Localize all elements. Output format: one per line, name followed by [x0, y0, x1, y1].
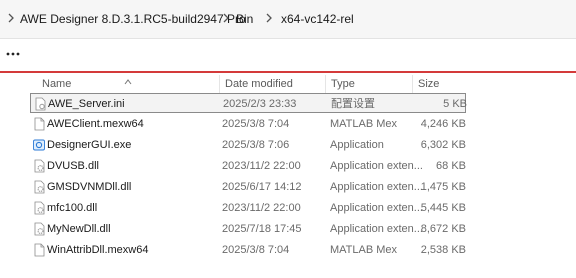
breadcrumb-item-x64-vc142-rel[interactable]: x64-vc142-rel — [281, 11, 354, 27]
file-name: DVUSB.dll — [47, 160, 99, 172]
column-divider[interactable] — [412, 75, 413, 93]
column-divider[interactable] — [325, 75, 326, 93]
chevron-right-icon[interactable] — [6, 10, 16, 26]
dll-icon — [32, 159, 46, 173]
file-date: 2025/3/8 7:04 — [222, 244, 290, 256]
file-icon — [32, 117, 46, 131]
address-bar[interactable]: AWE Designer 8.D.3.1.RC5-build2947 Pro B… — [0, 0, 576, 39]
column-header-type[interactable]: Type — [331, 73, 355, 95]
file-type: MATLAB Mex — [330, 244, 398, 256]
file-type: MATLAB Mex — [330, 118, 398, 130]
file-size: 8,672 KB — [420, 223, 466, 235]
file-name: DesignerGUI.exe — [47, 139, 132, 151]
file-row[interactable]: DVUSB.dll 2023/11/2 22:00 Application exte… — [30, 156, 466, 176]
column-header-size[interactable]: Size — [418, 73, 439, 95]
column-header-date[interactable]: Date modified — [225, 73, 293, 95]
breadcrumb-item-bin[interactable]: Bin — [236, 11, 253, 27]
command-bar — [0, 39, 576, 73]
file-name: AWE_Server.ini — [48, 98, 125, 110]
dll-icon — [32, 222, 46, 236]
file-icon — [32, 243, 46, 257]
file-row[interactable]: AWEClient.mexw64 2025/3/8 7:04 MATLAB Mex 4… — [30, 114, 466, 134]
file-size: 4,246 KB — [420, 118, 466, 130]
file-date: 2025/3/8 7:06 — [222, 139, 290, 151]
file-date: 2025/2/3 23:33 — [223, 98, 297, 110]
more-options-button[interactable] — [4, 45, 22, 63]
file-date: 2023/11/2 22:00 — [222, 202, 301, 214]
file-row[interactable]: WinAttribDll.mexw64 2025/3/8 7:04 MATLAB M… — [30, 240, 466, 260]
file-date: 2023/11/2 22:00 — [222, 160, 301, 172]
breadcrumb-item-awe-designer[interactable]: AWE Designer 8.D.3.1.RC5-build2947 Pro — [20, 11, 246, 27]
exe-icon — [32, 138, 46, 152]
settings-file-icon — [33, 97, 47, 111]
file-row[interactable]: AWE_Server.ini 2025/2/3 23:33 配置设置 5 KB — [30, 93, 467, 113]
file-name: AWEClient.mexw64 — [47, 118, 144, 130]
column-header-name[interactable]: Name — [42, 73, 71, 95]
file-name: mfc100.dll — [47, 202, 98, 214]
file-date: 2025/7/18 17:45 — [222, 223, 302, 235]
file-row[interactable]: mfc100.dll 2023/11/2 22:00 Application ext… — [30, 198, 466, 218]
file-size: 6,302 KB — [420, 139, 466, 151]
column-divider[interactable] — [219, 75, 220, 93]
chevron-right-icon[interactable] — [264, 10, 274, 26]
file-type: 配置设置 — [331, 98, 375, 110]
file-date: 2025/6/17 14:12 — [222, 181, 302, 193]
file-date: 2025/3/8 7:04 — [222, 118, 290, 130]
file-size: 5,445 KB — [420, 202, 466, 214]
chevron-right-icon[interactable] — [221, 10, 231, 26]
file-name: WinAttribDll.mexw64 — [47, 244, 149, 256]
file-row[interactable]: MyNewDll.dll 2025/7/18 17:45 Application e… — [30, 219, 466, 239]
file-row[interactable]: DesignerGUI.exe 2025/3/8 7:06 Application 6… — [30, 135, 466, 155]
more-dots-icon — [6, 52, 20, 56]
file-size: 2,538 KB — [420, 244, 466, 256]
dll-icon — [32, 201, 46, 215]
file-type: Application — [330, 139, 384, 151]
file-size: 1,475 KB — [420, 181, 466, 193]
file-name: MyNewDll.dll — [47, 223, 111, 235]
file-size: 5 KB — [443, 98, 467, 110]
dll-icon — [32, 180, 46, 194]
sort-up-icon — [123, 73, 133, 85]
file-row[interactable]: GMSDVNMDll.dll 2025/6/17 14:12 Application… — [30, 177, 466, 197]
file-list: Name Date modified Type Size AWE_Server.… — [0, 73, 576, 278]
file-name: GMSDVNMDll.dll — [47, 181, 132, 193]
file-size: 68 KB — [436, 160, 466, 172]
